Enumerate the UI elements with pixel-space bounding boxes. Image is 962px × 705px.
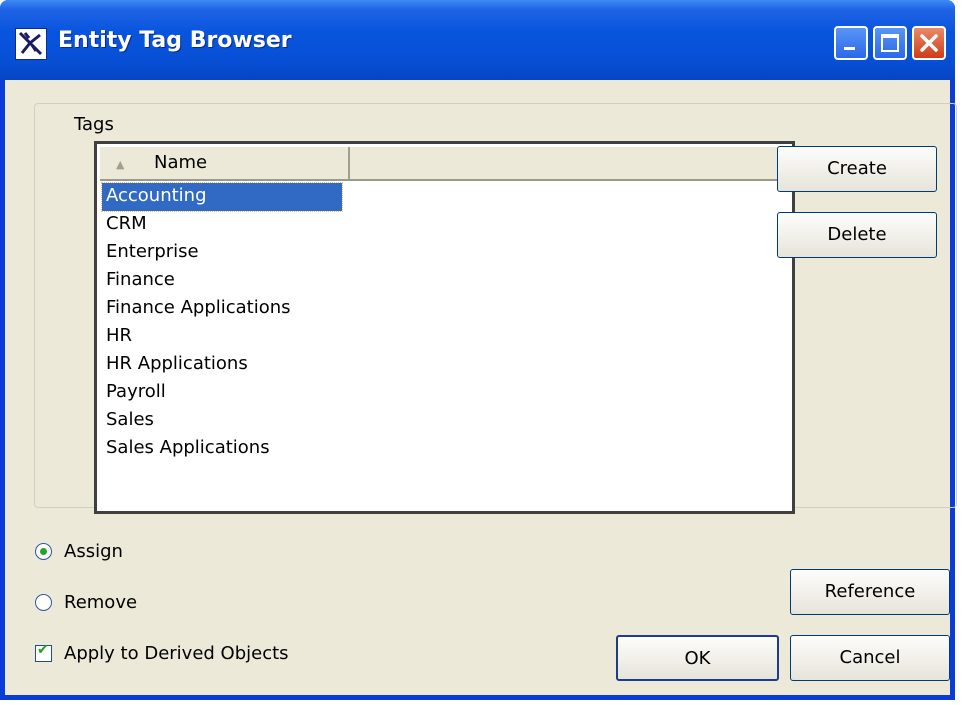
cancel-button[interactable]: Cancel	[790, 635, 950, 681]
list-item[interactable]: Accounting	[101, 182, 343, 212]
tags-group-label: Tags	[70, 114, 118, 135]
dialog-window: Entity Tag Browser Tags ▲ Name Accountin…	[0, 0, 957, 700]
apply-derived-checkbox[interactable]	[35, 642, 52, 662]
column-header-label: Name	[154, 152, 208, 173]
title-bar[interactable]: Entity Tag Browser	[0, 0, 955, 80]
minimize-button[interactable]	[834, 26, 868, 60]
maximize-button[interactable]	[873, 26, 907, 60]
tags-groupbox: Tags ▲ Name Accounting CRM Enterprise Fi…	[34, 103, 957, 514]
reference-button[interactable]: Reference	[790, 569, 950, 615]
list-item[interactable]: Enterprise	[102, 239, 342, 267]
minimize-icon	[844, 47, 855, 50]
remove-radio-option[interactable]: Remove	[35, 588, 137, 616]
list-header: ▲ Name	[100, 147, 789, 181]
dialog-body: Tags ▲ Name Accounting CRM Enterprise Fi…	[5, 80, 957, 695]
window-title: Entity Tag Browser	[58, 28, 292, 53]
app-icon	[15, 28, 47, 60]
close-icon	[920, 34, 938, 52]
list-item[interactable]: Finance Applications	[102, 295, 342, 323]
delete-button[interactable]: Delete	[777, 212, 937, 258]
apply-derived-label: Apply to Derived Objects	[64, 642, 289, 664]
remove-label: Remove	[64, 591, 138, 613]
tags-listview[interactable]: ▲ Name Accounting CRM Enterprise Finance…	[94, 141, 795, 514]
list-item[interactable]: Sales	[102, 407, 342, 435]
list-item[interactable]: Sales Applications	[102, 435, 342, 463]
ok-button[interactable]: OK	[616, 635, 779, 681]
apply-derived-option[interactable]: Apply to Derived Objects	[35, 639, 289, 667]
create-button[interactable]: Create	[777, 146, 937, 192]
list-item[interactable]: HR Applications	[102, 351, 342, 379]
sort-ascending-icon: ▲	[116, 158, 125, 171]
maximize-icon	[881, 34, 899, 52]
list-items: Accounting CRM Enterprise Finance Financ…	[101, 182, 343, 463]
assign-radio-option[interactable]: Assign	[35, 537, 123, 565]
list-item[interactable]: Finance	[102, 267, 342, 295]
list-item[interactable]: HR	[102, 323, 342, 351]
assign-radio[interactable]	[35, 542, 52, 560]
close-button[interactable]	[912, 26, 946, 60]
list-item[interactable]: Payroll	[102, 379, 342, 407]
column-header-name[interactable]: ▲ Name	[100, 147, 350, 179]
list-item[interactable]: CRM	[102, 211, 342, 239]
assign-label: Assign	[64, 540, 123, 562]
remove-radio[interactable]	[35, 593, 52, 611]
